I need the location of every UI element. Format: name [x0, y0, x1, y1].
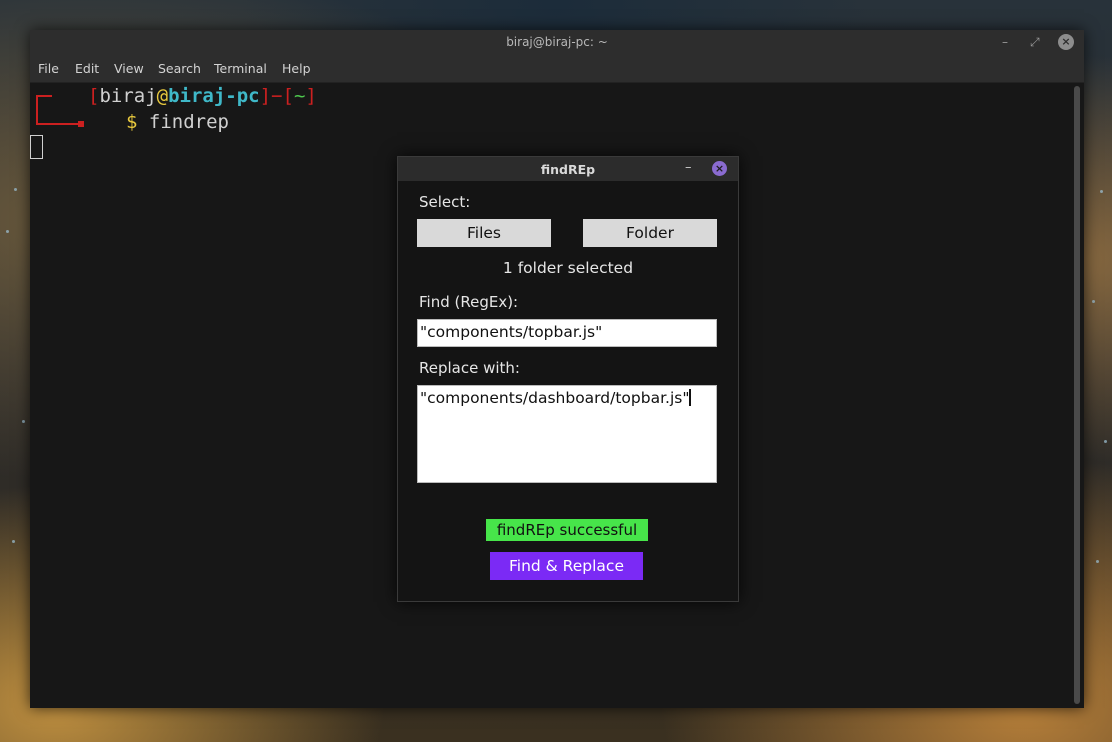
select-label: Select: — [419, 193, 471, 211]
menu-help[interactable]: Help — [282, 61, 311, 76]
terminal-cursor — [30, 135, 43, 159]
prompt-line: [biraj@biraj-pc]−[~] — [88, 85, 317, 107]
dialog-minimize-icon[interactable]: – — [685, 160, 692, 175]
maximize-icon[interactable]: ⤢ — [1030, 34, 1040, 50]
prompt-user: biraj — [99, 85, 157, 107]
prompt-symbol: $ — [126, 111, 138, 133]
menu-edit[interactable]: Edit — [75, 61, 99, 76]
find-input-value: "components/topbar.js" — [420, 323, 603, 341]
prompt-at: @ — [156, 85, 169, 107]
close-icon[interactable]: × — [1058, 34, 1074, 50]
dialog-close-icon[interactable]: × — [712, 161, 727, 176]
replace-textarea[interactable]: "components/dashboard/topbar.js" — [417, 385, 717, 483]
menu-file[interactable]: File — [38, 61, 59, 76]
menu-view[interactable]: View — [114, 61, 144, 76]
terminal-title: biraj@biraj-pc: ~ — [506, 35, 608, 49]
find-replace-button[interactable]: Find & Replace — [490, 552, 643, 580]
prompt-host: biraj-pc — [168, 85, 260, 107]
replace-input-value: "components/dashboard/topbar.js" — [420, 389, 690, 407]
selection-status: 1 folder selected — [502, 259, 634, 277]
command-text: findrep — [148, 111, 229, 133]
command-line: $ findrep — [126, 111, 229, 133]
replace-label: Replace with: — [419, 359, 520, 377]
minimize-icon[interactable]: – — [1002, 34, 1008, 50]
findrep-dialog: findREp – × Select: Files Folder 1 folde… — [397, 156, 739, 602]
terminal-menubar: File Edit View Search Terminal Help — [30, 55, 1084, 83]
menu-terminal[interactable]: Terminal — [214, 61, 267, 76]
prompt-corner-decoration — [36, 95, 52, 125]
prompt-corner-decoration — [36, 123, 80, 125]
find-input[interactable]: "components/topbar.js" — [417, 319, 717, 347]
find-label: Find (RegEx): — [419, 293, 519, 311]
folder-button[interactable]: Folder — [583, 219, 717, 247]
dialog-titlebar[interactable]: findREp – × — [398, 157, 738, 181]
success-badge: findREp successful — [486, 519, 648, 541]
terminal-scrollbar[interactable] — [1074, 86, 1080, 704]
prompt-arrow-icon — [78, 121, 84, 127]
menu-search[interactable]: Search — [158, 61, 201, 76]
terminal-titlebar[interactable]: biraj@biraj-pc: ~ – ⤢ × — [30, 30, 1084, 55]
text-caret — [689, 389, 692, 406]
prompt-dir: ~ — [293, 85, 306, 107]
files-button[interactable]: Files — [417, 219, 551, 247]
